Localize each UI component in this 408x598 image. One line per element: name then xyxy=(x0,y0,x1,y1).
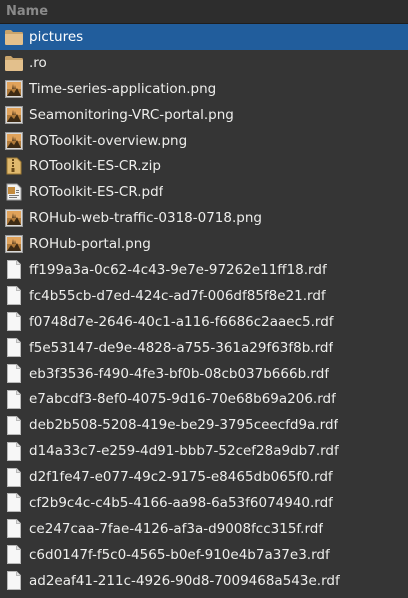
file-name: f5e53147-de9e-4828-a755-361a29f63f8b.rdf xyxy=(29,339,334,356)
file-row[interactable]: ROToolkit-overview.png xyxy=(0,128,408,154)
file-name: Seamonitoring-VRC-portal.png xyxy=(29,106,234,123)
file-row[interactable]: deb2b508-5208-419e-be29-3795ceecfd9a.rdf xyxy=(0,412,408,438)
image-icon xyxy=(4,105,24,125)
image-icon xyxy=(4,131,24,151)
file-row[interactable]: cf2b9c4c-c4b5-4166-aa98-6a53f6074940.rdf xyxy=(0,490,408,516)
file-row[interactable]: ff199a3a-0c62-4c43-9e7e-97262e11ff18.rdf xyxy=(0,257,408,283)
document-icon xyxy=(4,441,24,461)
file-name: fc4b55cb-d7ed-424c-ad7f-006df85f8e21.rdf xyxy=(29,287,326,304)
file-row[interactable]: ad2eaf41-211c-4926-90d8-7009468a543e.rdf xyxy=(0,568,408,594)
file-row[interactable]: d2f1fe47-e077-49c2-9175-e8465db065f0.rdf xyxy=(0,464,408,490)
file-row[interactable]: pictures xyxy=(0,24,408,50)
image-icon xyxy=(4,234,24,254)
document-icon xyxy=(4,364,24,384)
file-row[interactable]: e7abcdf3-8ef0-4075-9d16-70e68b69a206.rdf xyxy=(0,386,408,412)
file-row[interactable]: ROToolkit-ES-CR.zip xyxy=(0,153,408,179)
file-name: d2f1fe47-e077-49c2-9175-e8465db065f0.rdf xyxy=(29,469,333,486)
file-name: ROToolkit-ES-CR.zip xyxy=(29,158,161,175)
file-row[interactable]: .ro xyxy=(0,50,408,76)
file-row[interactable]: c6d0147f-f5c0-4565-b0ef-910e4b7a37e3.rdf xyxy=(0,542,408,568)
document-icon xyxy=(4,493,24,513)
file-name: deb2b508-5208-419e-be29-3795ceecfd9a.rdf xyxy=(29,417,339,434)
file-name: ROHub-web-traffic-0318-0718.png xyxy=(29,210,262,227)
file-name: eb3f3536-f490-4fe3-bf0b-08cb037b666b.rdf xyxy=(29,365,330,382)
file-name: pictures xyxy=(29,28,84,45)
column-header: Name xyxy=(0,0,408,24)
file-row[interactable]: fc4b55cb-d7ed-424c-ad7f-006df85f8e21.rdf xyxy=(0,283,408,309)
document-icon xyxy=(4,338,24,358)
file-row[interactable]: Time-series-application.png xyxy=(0,76,408,102)
file-name: ff199a3a-0c62-4c43-9e7e-97262e11ff18.rdf xyxy=(29,261,327,278)
image-icon xyxy=(4,79,24,99)
file-row[interactable]: f5e53147-de9e-4828-a755-361a29f63f8b.rdf xyxy=(0,335,408,361)
file-name: ad2eaf41-211c-4926-90d8-7009468a543e.rdf xyxy=(29,572,340,589)
file-name: Time-series-application.png xyxy=(29,80,217,97)
file-row[interactable]: ROHub-web-traffic-0318-0718.png xyxy=(0,205,408,231)
file-name: f0748d7e-2646-40c1-a116-f6686c2aaec5.rdf xyxy=(29,313,334,330)
file-row[interactable]: ROToolkit-ES-CR.pdf xyxy=(0,179,408,205)
file-name: ROHub-portal.png xyxy=(29,236,151,253)
document-icon xyxy=(4,571,24,591)
file-row[interactable]: ROHub-portal.png xyxy=(0,231,408,257)
document-icon xyxy=(4,260,24,280)
document-icon xyxy=(4,415,24,435)
file-name: ROToolkit-ES-CR.pdf xyxy=(29,184,164,201)
file-name: ROToolkit-overview.png xyxy=(29,132,188,149)
file-row[interactable]: eb3f3536-f490-4fe3-bf0b-08cb037b666b.rdf xyxy=(0,361,408,387)
document-icon xyxy=(4,545,24,565)
file-name: .ro xyxy=(29,54,47,71)
file-name: d14a33c7-e259-4d91-bbb7-52cef28a9db7.rdf xyxy=(29,443,339,460)
file-row[interactable]: f0748d7e-2646-40c1-a116-f6686c2aaec5.rdf xyxy=(0,309,408,335)
folder-icon xyxy=(4,27,24,47)
file-row[interactable]: d14a33c7-e259-4d91-bbb7-52cef28a9db7.rdf xyxy=(0,438,408,464)
file-row[interactable]: ce247caa-7fae-4126-af3a-d9008fcc315f.rdf xyxy=(0,516,408,542)
document-icon xyxy=(4,312,24,332)
document-icon xyxy=(4,286,24,306)
pdf-icon xyxy=(4,182,24,202)
document-icon xyxy=(4,467,24,487)
name-column-header[interactable]: Name xyxy=(0,0,408,23)
file-list[interactable]: pictures .ro Time-series-application.png Se… xyxy=(0,24,408,594)
file-name: cf2b9c4c-c4b5-4166-aa98-6a53f6074940.rdf xyxy=(29,494,333,511)
file-name: c6d0147f-f5c0-4565-b0ef-910e4b7a37e3.rdf xyxy=(29,546,330,563)
image-icon xyxy=(4,208,24,228)
file-name: e7abcdf3-8ef0-4075-9d16-70e68b69a206.rdf xyxy=(29,391,336,408)
folder-icon xyxy=(4,53,24,73)
file-row[interactable]: Seamonitoring-VRC-portal.png xyxy=(0,102,408,128)
document-icon xyxy=(4,519,24,539)
document-icon xyxy=(4,389,24,409)
archive-icon xyxy=(4,156,24,176)
file-name: ce247caa-7fae-4126-af3a-d9008fcc315f.rdf xyxy=(29,520,324,537)
